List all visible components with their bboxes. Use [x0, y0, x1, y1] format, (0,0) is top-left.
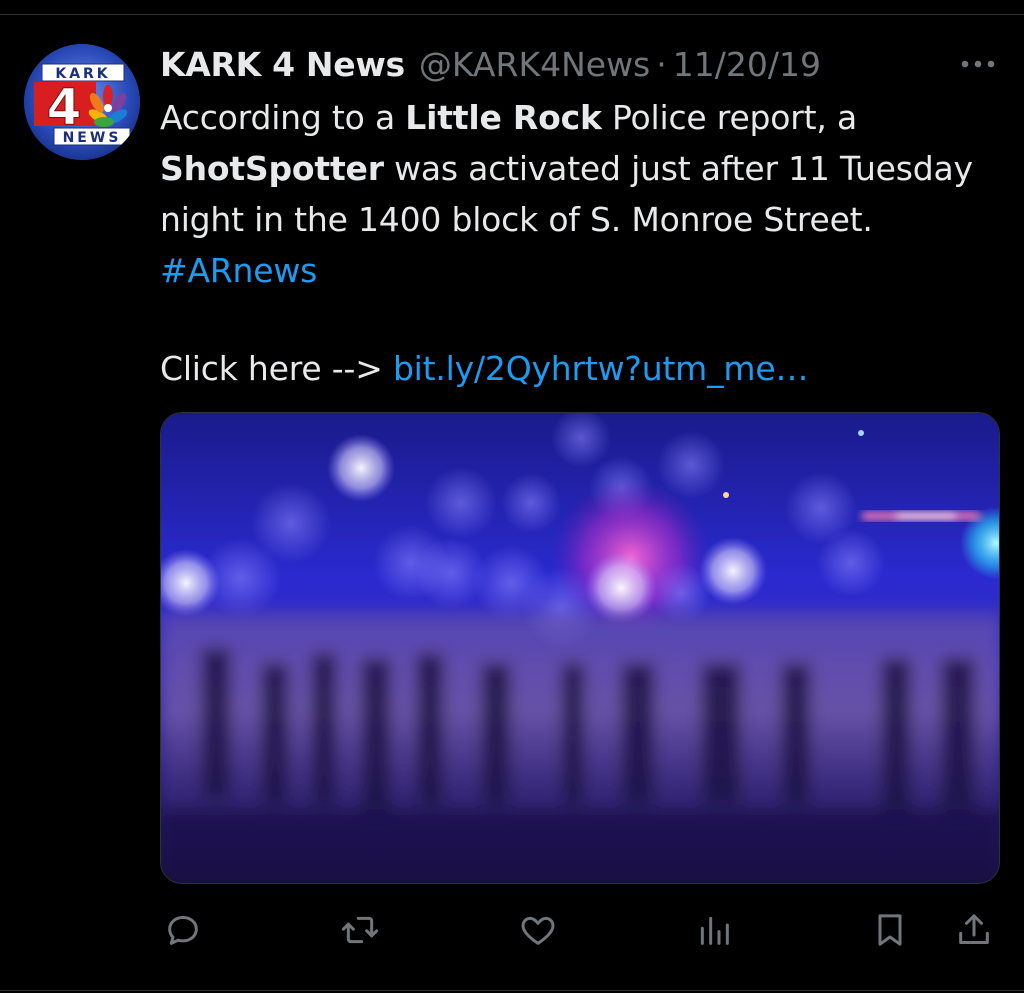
- avatar-number: 4: [47, 78, 82, 136]
- avatar[interactable]: KARK 4 NEWS: [24, 44, 140, 160]
- click-line: Click here --> bit.ly/2Qyhrtw?utm_me…: [160, 343, 808, 394]
- text-segment: According to a: [160, 98, 406, 137]
- separator-dot: ·: [656, 44, 667, 84]
- text-bold-shotspotter: ShotSpotter: [160, 149, 384, 188]
- retweet-icon[interactable]: [336, 906, 384, 954]
- tweet-date[interactable]: 11/20/19: [673, 45, 821, 84]
- action-bar: [0, 906, 1024, 960]
- reply-icon[interactable]: [159, 906, 207, 954]
- click-prefix: Click here -->: [160, 349, 393, 388]
- url-link[interactable]: bit.ly/2Qyhrtw?utm_me…: [393, 349, 809, 388]
- more-horizontal-icon[interactable]: [956, 52, 1000, 76]
- text-bold-little-rock: Little Rock: [405, 98, 602, 137]
- top-divider: [0, 14, 1024, 15]
- share-icon[interactable]: [950, 906, 998, 954]
- bottom-divider: [0, 990, 1024, 991]
- views-icon[interactable]: [690, 906, 738, 954]
- tweet-media-image[interactable]: [160, 412, 1000, 884]
- text-segment: Police report, a: [601, 98, 858, 137]
- avatar-bottom-text: NEWS: [63, 130, 122, 146]
- tweet-text: According to a Little Rock Police report…: [160, 92, 990, 296]
- bookmark-icon[interactable]: [866, 906, 914, 954]
- display-name[interactable]: KARK 4 News: [160, 45, 405, 84]
- tweet-header: KARK 4 News @KARK4News · 11/20/19: [160, 40, 821, 88]
- hashtag-link[interactable]: #ARnews: [160, 251, 317, 290]
- like-icon[interactable]: [514, 906, 562, 954]
- user-handle[interactable]: @KARK4News: [419, 45, 650, 84]
